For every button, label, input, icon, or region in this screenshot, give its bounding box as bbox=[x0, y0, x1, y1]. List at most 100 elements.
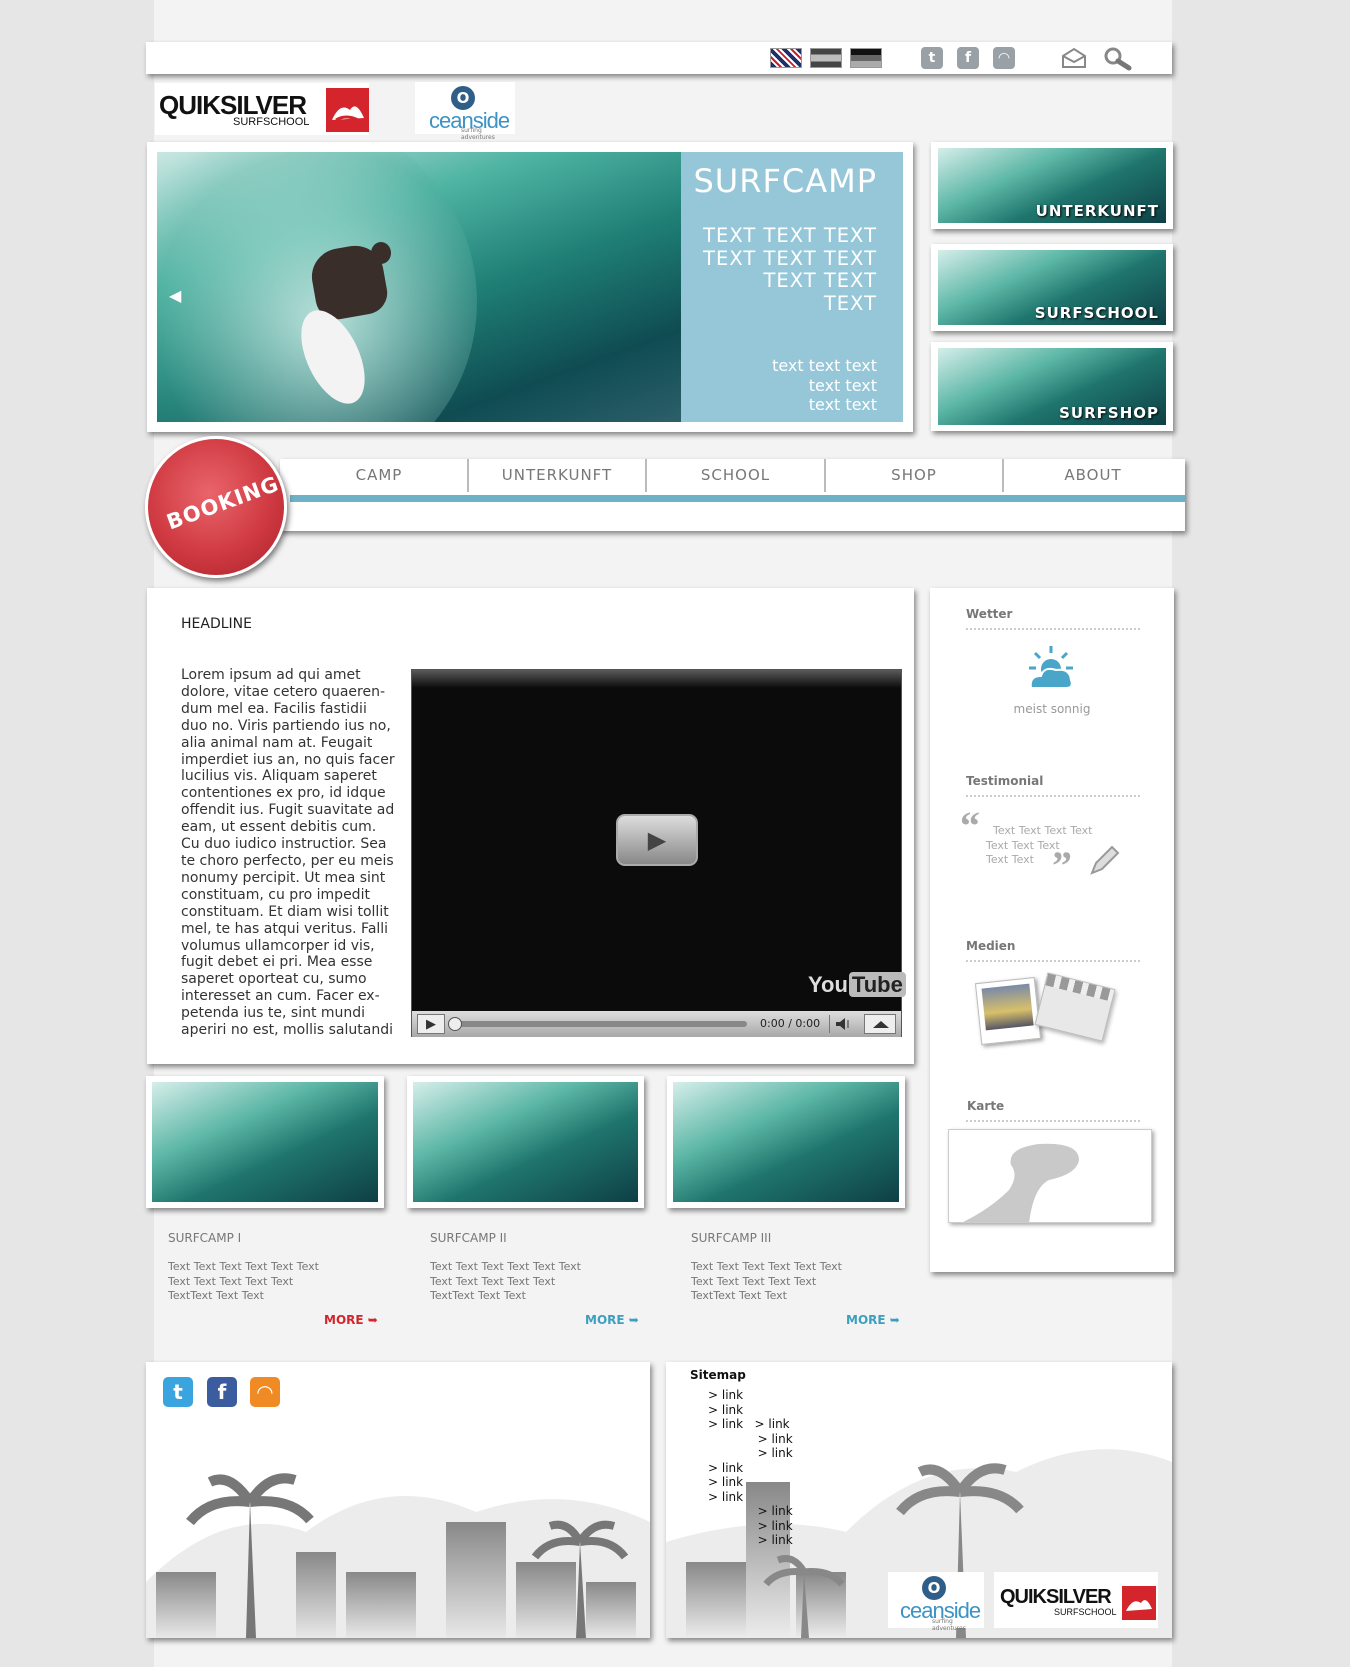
article-line: lucilius vis. Aliquam saperet bbox=[181, 768, 377, 785]
article-line: dolore, vitae cetero quaeren- bbox=[181, 683, 385, 700]
footer-social-panel: t f ◠ bbox=[146, 1362, 650, 1638]
article-headline: HEADLINE bbox=[181, 616, 252, 632]
hero-small-line: text text text bbox=[772, 356, 877, 375]
video-play-small-icon[interactable]: ▶ bbox=[417, 1014, 445, 1034]
hero-small-line: text text bbox=[808, 375, 877, 395]
mail-icon[interactable] bbox=[1061, 47, 1087, 69]
twitter-icon[interactable]: t bbox=[163, 1377, 193, 1407]
article-line: alia animal nam at. Feugait bbox=[181, 734, 373, 751]
divider bbox=[966, 960, 1140, 962]
thumb-surfschool[interactable]: SURFSCHOOL bbox=[931, 244, 1173, 331]
article-line: offendit ius. Fugit suavitate ad bbox=[181, 802, 395, 819]
camp-1-title: SURFCAMP I bbox=[168, 1231, 242, 1245]
article-body: Lorem ipsum ad qui amet dolore, vitae cet… bbox=[181, 667, 401, 1039]
german-flag-icon[interactable] bbox=[850, 48, 882, 68]
photo-media-icon[interactable] bbox=[974, 977, 1042, 1045]
nav-about[interactable]: ABOUT bbox=[1004, 459, 1182, 492]
divider bbox=[966, 628, 1140, 630]
hero-slider: ◀ SURFCAMP TEXT TEXT TEXT TEXT TEXT TEXT… bbox=[147, 142, 913, 432]
sitemap-link[interactable]: > link bbox=[708, 1388, 793, 1403]
article-line: mel, te has atqui veritus. Falli bbox=[181, 920, 389, 937]
sitemap-link[interactable]: > link bbox=[708, 1403, 793, 1418]
oceanside-o-icon: O bbox=[451, 86, 475, 110]
thumb-surfshop[interactable]: SURFSHOP bbox=[931, 342, 1173, 431]
video-fullscreen-icon[interactable] bbox=[864, 1014, 896, 1034]
map-shape-icon bbox=[963, 1143, 1079, 1222]
thumb-unterkunft[interactable]: UNTERKUNFT bbox=[931, 142, 1173, 229]
twitter-icon[interactable]: t bbox=[921, 47, 943, 69]
oceanside-logo[interactable]: O ceanside surfing adventures bbox=[415, 82, 515, 141]
camp-text-line: Text Text Text Text Text bbox=[691, 1274, 817, 1288]
quiksilver-wordmark: QUIKSILVER bbox=[1000, 1586, 1112, 1608]
camp-3-card[interactable] bbox=[667, 1076, 905, 1208]
english-flag-icon[interactable] bbox=[770, 48, 802, 68]
nav-camp[interactable]: CAMP bbox=[291, 459, 469, 492]
spanish-flag-icon[interactable] bbox=[810, 48, 842, 68]
video-media-icon[interactable] bbox=[1034, 972, 1116, 1042]
pencil-icon[interactable] bbox=[1088, 845, 1120, 877]
quiksilver-logo[interactable]: QUIKSILVER SURFSCHOOL bbox=[994, 1572, 1158, 1628]
sitemap-link[interactable]: > link bbox=[708, 1446, 793, 1461]
sitemap-link[interactable]: > link bbox=[708, 1519, 793, 1534]
article-line: Cu duo iudico instructior. Sea bbox=[181, 836, 387, 853]
quiksilver-logo[interactable]: QUIKSILVER SURFSCHOOL bbox=[155, 83, 369, 135]
search-icon[interactable] bbox=[1102, 45, 1132, 71]
sitemap-link[interactable]: > link bbox=[708, 1533, 793, 1548]
camp-2-title: SURFCAMP II bbox=[430, 1231, 507, 1245]
camp-1-text: Text Text Text Text Text Text Text Text T… bbox=[168, 1260, 319, 1304]
video-player[interactable]: ▶ You Tube ▶ 0:00 / 0:00 bbox=[411, 669, 906, 1037]
sitemap-link[interactable]: > link bbox=[708, 1504, 793, 1519]
more-label: MORE bbox=[585, 1313, 625, 1327]
video-time: 0:00 / 0:00 bbox=[760, 1017, 821, 1030]
sitemap-link[interactable]: > link bbox=[708, 1432, 793, 1447]
facebook-icon[interactable]: f bbox=[207, 1377, 237, 1407]
video-play-button[interactable]: ▶ bbox=[616, 814, 698, 866]
nav-unterkunft[interactable]: UNTERKUNFT bbox=[469, 459, 647, 492]
rss-icon[interactable]: ◠ bbox=[993, 47, 1015, 69]
camp-image bbox=[152, 1082, 378, 1202]
video-volume-icon[interactable] bbox=[829, 1015, 855, 1033]
camp-1-more-link[interactable]: MORE ➥ bbox=[324, 1313, 378, 1327]
weather-title: Wetter bbox=[966, 607, 1013, 621]
slider-prev-arrow[interactable]: ◀ bbox=[169, 286, 181, 305]
rss-icon[interactable]: ◠ bbox=[250, 1377, 280, 1407]
video-scrubber[interactable] bbox=[448, 1017, 462, 1031]
facebook-icon[interactable]: f bbox=[957, 47, 979, 69]
article-line: duo no. Viris partiendo ius no, bbox=[181, 717, 391, 734]
video-progress-track[interactable] bbox=[452, 1021, 747, 1027]
camp-2-card[interactable] bbox=[407, 1076, 644, 1208]
testimonial-line: Text Text Text Text bbox=[993, 824, 1093, 837]
article-line: eam, ut essent debitis cum. bbox=[181, 819, 377, 836]
camp-2-more-link[interactable]: MORE ➥ bbox=[585, 1313, 639, 1327]
camp-image bbox=[673, 1082, 899, 1202]
sitemap-title: Sitemap bbox=[690, 1368, 746, 1382]
quiksilver-mountain-wave-icon bbox=[1122, 1586, 1156, 1620]
camp-1-card[interactable] bbox=[146, 1076, 384, 1208]
nav-shop[interactable]: SHOP bbox=[826, 459, 1004, 492]
hero-line: TEXT bbox=[823, 291, 877, 315]
youtube-you: You bbox=[808, 972, 848, 997]
thumb-label: UNTERKUNFT bbox=[1035, 202, 1159, 220]
article-line: volumus ullamcorper id vis, bbox=[181, 937, 375, 954]
quiksilver-subtitle: SURFSCHOOL bbox=[1054, 1607, 1117, 1617]
oceanside-logo[interactable]: O ceanside surfing adventures bbox=[888, 1572, 984, 1632]
sitemap-link[interactable]: > link > link bbox=[708, 1417, 793, 1432]
weather-text: meist sonnig bbox=[1013, 702, 1091, 716]
booking-button[interactable]: BOOKING bbox=[145, 436, 287, 578]
nav-school[interactable]: SCHOOL bbox=[647, 459, 826, 492]
article-line: contentiones ex pro, id idque bbox=[181, 785, 386, 802]
camp-text-line: Text Text Text Text Text Text bbox=[430, 1260, 581, 1273]
camp-3-more-link[interactable]: MORE ➥ bbox=[846, 1313, 900, 1327]
map-widget[interactable] bbox=[948, 1129, 1152, 1223]
youtube-tube: Tube bbox=[848, 972, 906, 997]
oceanside-tagline: surfing adventures bbox=[461, 127, 495, 141]
sitemap-link[interactable]: > link bbox=[708, 1490, 793, 1505]
sitemap-link[interactable]: > link bbox=[708, 1461, 793, 1476]
top-bar: t f ◠ bbox=[146, 42, 1172, 74]
footer-sitemap-panel: Sitemap > link > link > link > link > link… bbox=[666, 1362, 1172, 1638]
sitemap-link[interactable]: > link bbox=[708, 1475, 793, 1490]
youtube-logo: You Tube bbox=[808, 972, 906, 998]
camp-text-line: TextText Text Text bbox=[691, 1289, 787, 1302]
article-line: constituam. Et diam wisi tollit bbox=[181, 903, 389, 920]
hero-title: SURFCAMP bbox=[693, 162, 877, 200]
